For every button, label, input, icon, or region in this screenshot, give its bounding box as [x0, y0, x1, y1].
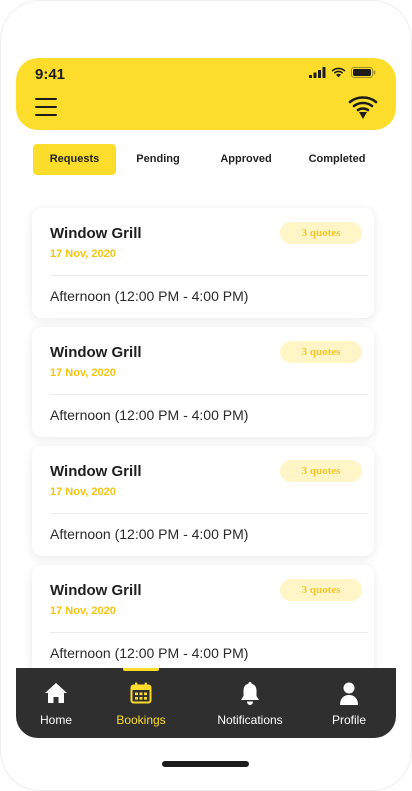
tab-requests[interactable]: Requests — [33, 144, 116, 175]
card-divider — [50, 513, 368, 514]
booking-date: 17 Nov, 2020 — [50, 486, 116, 498]
booking-date: 17 Nov, 2020 — [50, 605, 116, 617]
phone-frame: 9:41 Requests Pending Approved Completed… — [0, 0, 412, 791]
tab-completed[interactable]: Completed — [295, 144, 379, 175]
home-indicator — [162, 761, 249, 767]
booking-title: Window Grill — [50, 463, 142, 480]
booking-title: Window Grill — [50, 582, 142, 599]
status-time: 9:41 — [35, 66, 66, 83]
booking-card[interactable]: Window Grill 17 Nov, 2020 3 quotes After… — [32, 446, 374, 556]
home-icon — [45, 683, 67, 703]
nav-notifications-label: Notifications — [217, 713, 283, 727]
nav-bookings-label: Bookings — [116, 713, 166, 727]
booking-time-slot: Afternoon (12:00 PM - 4:00 PM) — [50, 288, 249, 304]
app-logo-icon — [348, 96, 378, 119]
card-divider — [50, 275, 368, 276]
booking-title: Window Grill — [50, 225, 142, 242]
nav-notifications[interactable]: Notifications — [208, 668, 292, 738]
tab-pending[interactable]: Pending — [122, 144, 194, 175]
nav-home[interactable]: Home — [22, 668, 90, 738]
card-divider — [50, 632, 368, 633]
nav-profile-label: Profile — [331, 713, 366, 727]
booking-card[interactable]: Window Grill 17 Nov, 2020 3 quotes After… — [32, 208, 374, 318]
booking-time-slot: Afternoon (12:00 PM - 4:00 PM) — [50, 645, 249, 661]
nav-profile[interactable]: Profile — [316, 668, 382, 738]
booking-time-slot: Afternoon (12:00 PM - 4:00 PM) — [50, 526, 249, 542]
bell-icon — [241, 682, 259, 705]
wifi-icon — [331, 67, 346, 78]
nav-bookings[interactable]: Bookings — [108, 668, 174, 738]
booking-card[interactable]: Window Grill 17 Nov, 2020 3 quotes After… — [32, 327, 374, 437]
booking-tabs: Requests Pending Approved Completed — [33, 144, 379, 175]
status-icons — [309, 67, 376, 78]
battery-icon — [351, 67, 376, 78]
booking-time-slot: Afternoon (12:00 PM - 4:00 PM) — [50, 407, 249, 423]
quotes-badge[interactable]: 3 quotes — [280, 222, 362, 244]
booking-date: 17 Nov, 2020 — [50, 248, 116, 260]
calendar-icon — [130, 682, 152, 704]
booking-title: Window Grill — [50, 344, 142, 361]
quotes-badge[interactable]: 3 quotes — [280, 341, 362, 363]
quotes-badge[interactable]: 3 quotes — [280, 460, 362, 482]
hamburger-menu-icon[interactable] — [35, 98, 59, 118]
booking-card[interactable]: Window Grill 17 Nov, 2020 3 quotes After… — [32, 565, 374, 675]
nav-home-label: Home — [39, 713, 72, 727]
tab-approved[interactable]: Approved — [208, 144, 284, 175]
booking-date: 17 Nov, 2020 — [50, 367, 116, 379]
quotes-badge[interactable]: 3 quotes — [280, 579, 362, 601]
card-divider — [50, 394, 368, 395]
app-screen: 9:41 Requests Pending Approved Completed… — [16, 58, 396, 738]
user-icon — [340, 682, 358, 705]
bottom-navigation: Home Bookings Notifications Profile — [16, 668, 396, 738]
signal-icon — [309, 67, 326, 78]
app-header: 9:41 — [16, 58, 396, 130]
